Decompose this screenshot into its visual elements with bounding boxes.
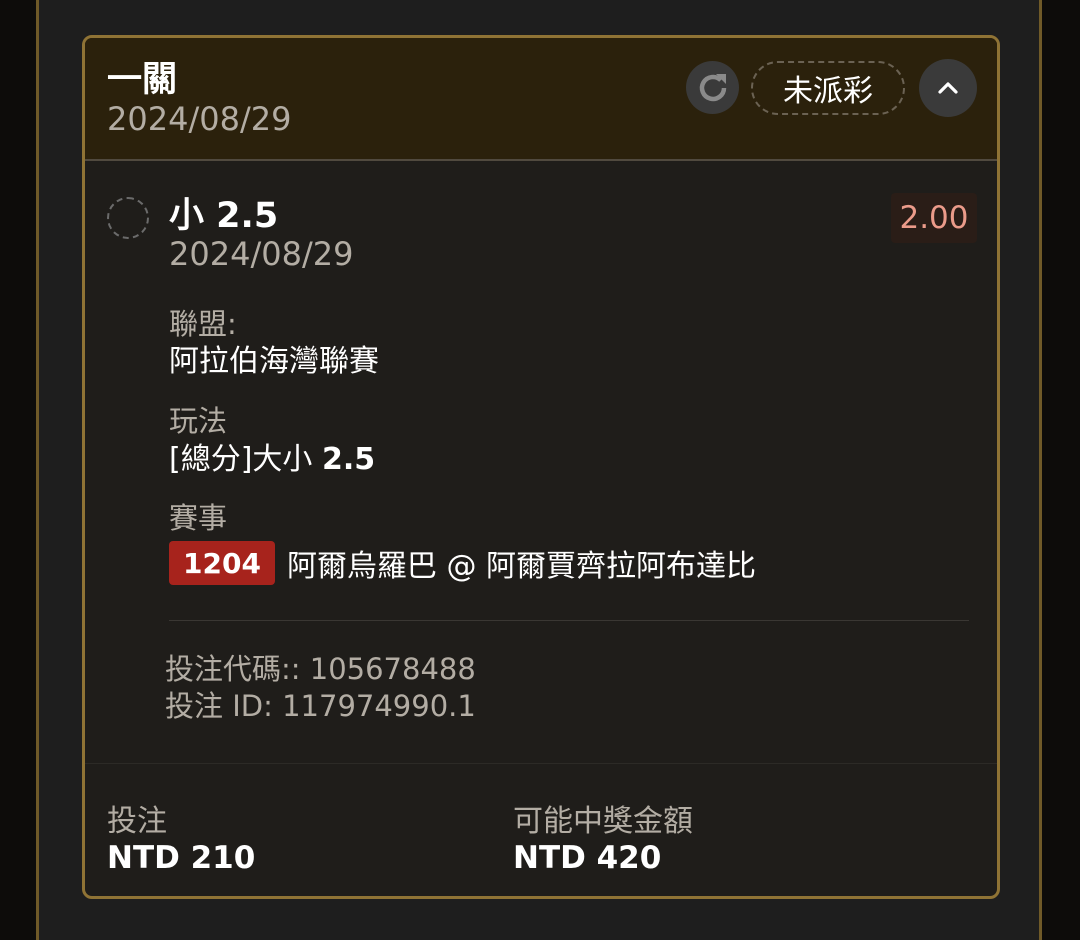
event-label: 賽事 — [169, 501, 228, 535]
match-number-badge: 1204 — [169, 541, 275, 585]
section-divider — [169, 620, 969, 621]
bet-date: 2024/08/29 — [107, 100, 292, 138]
payout-value: NTD 420 — [513, 840, 662, 876]
match-name: 阿爾烏羅巴 @ 阿爾賈齊拉阿布達比 — [286, 549, 757, 584]
refresh-icon — [699, 73, 726, 101]
collapse-button[interactable] — [919, 59, 977, 117]
event-row: 1204 阿爾烏羅巴 @ 阿爾賈齊拉阿布達比 — [169, 540, 756, 586]
bet-type-title: 一關 — [107, 60, 178, 100]
footer-divider — [85, 763, 997, 764]
market-prefix: [總分]大小 — [169, 442, 322, 477]
bet-card-header[interactable]: 一關 2024/08/29 未派彩 — [85, 38, 997, 161]
market-label: 玩法 — [169, 404, 228, 438]
stake-value: NTD 210 — [107, 840, 256, 876]
bet-code: 投注代碼:: 105678488 — [165, 652, 476, 686]
selection-radio[interactable] — [107, 197, 149, 239]
stake-label: 投注 — [107, 804, 167, 839]
market-line: 2.5 — [321, 442, 376, 477]
selection-date: 2024/08/29 — [169, 235, 354, 273]
status-badge: 未派彩 — [751, 61, 905, 115]
league-label: 聯盟: — [169, 307, 237, 341]
bet-card: 一關 2024/08/29 未派彩 小 2.5 2024/08/29 2.00 … — [82, 35, 1000, 899]
selection-name: 小 2.5 — [169, 196, 279, 236]
chevron-up-icon — [938, 82, 958, 94]
refresh-button[interactable] — [686, 61, 739, 114]
bet-id: 投注 ID: 117974990.1 — [165, 689, 476, 723]
payout-label: 可能中獎金額 — [513, 804, 693, 839]
market-value: [總分]大小 2.5 — [169, 441, 375, 479]
league-value: 阿拉伯海灣聯賽 — [169, 344, 379, 379]
odds-value: 2.00 — [891, 193, 977, 243]
